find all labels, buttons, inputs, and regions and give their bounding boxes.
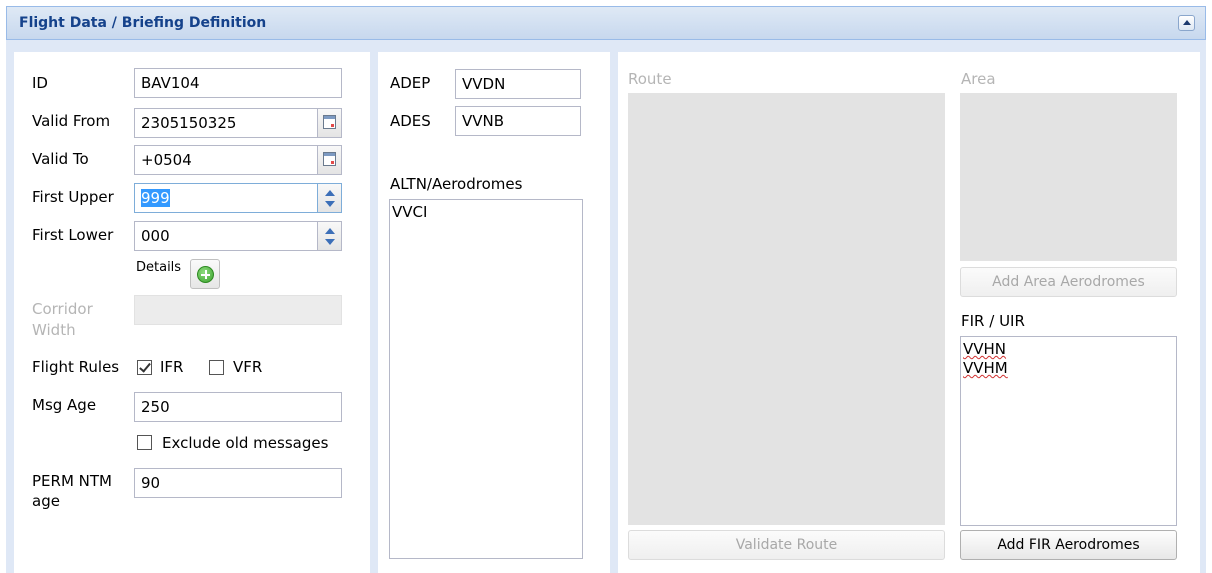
route-label: Route: [628, 70, 672, 88]
spin-up-icon: [325, 228, 335, 234]
route-field[interactable]: [628, 93, 945, 525]
list-item: VVHM: [963, 359, 1008, 377]
valid-from-date-picker[interactable]: [318, 108, 342, 138]
list-item: VVHN: [963, 340, 1007, 358]
valid-to-field[interactable]: +0504: [134, 145, 318, 175]
adep-label: ADEP: [390, 74, 431, 92]
details-add-button[interactable]: [190, 259, 220, 289]
vfr-checkbox[interactable]: [209, 360, 224, 375]
calendar-icon: [323, 115, 336, 129]
fir-uir-label: FIR / UIR: [961, 312, 1025, 330]
valid-to-date-picker[interactable]: [318, 145, 342, 175]
validate-route-button[interactable]: Validate Route: [628, 530, 945, 560]
valid-to-label: Valid To: [32, 150, 89, 168]
first-lower-spinner[interactable]: [318, 221, 342, 251]
panel-title: Flight Data / Briefing Definition: [19, 15, 267, 31]
panel-header: Flight Data / Briefing Definition: [6, 6, 1206, 40]
perm-ntm-age-field[interactable]: 90: [134, 468, 342, 498]
area-field[interactable]: [960, 93, 1177, 261]
add-area-aerodromes-button[interactable]: Add Area Aerodromes: [960, 267, 1177, 297]
altn-aerodromes-list[interactable]: VVCI: [389, 199, 583, 559]
first-upper-spinner[interactable]: [318, 183, 342, 213]
first-upper-value: 999: [141, 189, 170, 207]
first-upper-field[interactable]: 999: [134, 183, 318, 213]
id-label: ID: [32, 74, 48, 92]
list-item: VVCI: [392, 203, 428, 221]
altn-label: ALTN/Aerodromes: [390, 175, 523, 193]
id-field[interactable]: BAV104: [134, 68, 342, 98]
collapse-icon[interactable]: [1178, 15, 1195, 31]
corridor-width-field[interactable]: [134, 295, 342, 325]
corridor-label-line2: Width: [32, 321, 76, 339]
perm-ntm-label-line1: PERM NTM: [32, 472, 112, 490]
ifr-checkbox[interactable]: [137, 360, 152, 375]
first-upper-label: First Upper: [32, 188, 114, 206]
exclude-old-label: Exclude old messages: [162, 434, 329, 452]
first-lower-label: First Lower: [32, 226, 114, 244]
msg-age-label: Msg Age: [32, 396, 97, 414]
ades-field[interactable]: VVNB: [455, 106, 581, 136]
ifr-label: IFR: [160, 358, 184, 376]
valid-from-field[interactable]: 2305150325: [134, 108, 318, 138]
spin-down-icon: [325, 239, 335, 245]
add-fir-aerodromes-button[interactable]: Add FIR Aerodromes: [960, 530, 1177, 560]
add-circle-icon: [197, 266, 214, 283]
first-lower-field[interactable]: 000: [134, 221, 318, 251]
flight-rules-label: Flight Rules: [32, 358, 120, 376]
msg-age-field[interactable]: 250: [134, 392, 342, 422]
valid-from-label: Valid From: [32, 112, 111, 130]
calendar-icon: [323, 152, 336, 166]
perm-ntm-label-line2: age: [32, 492, 60, 510]
ades-label: ADES: [390, 112, 431, 130]
vfr-label: VFR: [233, 358, 263, 376]
details-label: Details: [136, 260, 182, 275]
flight-data-panel: Flight Data / Briefing Definition ID BAV…: [0, 0, 1212, 573]
fir-uir-list[interactable]: VVHN VVHM: [960, 336, 1177, 526]
spin-down-icon: [325, 201, 335, 207]
spin-up-icon: [325, 190, 335, 196]
adep-field[interactable]: VVDN: [455, 69, 581, 99]
area-label: Area: [961, 70, 996, 88]
exclude-old-checkbox[interactable]: [137, 435, 152, 450]
corridor-label-line1: Corridor: [32, 300, 93, 318]
